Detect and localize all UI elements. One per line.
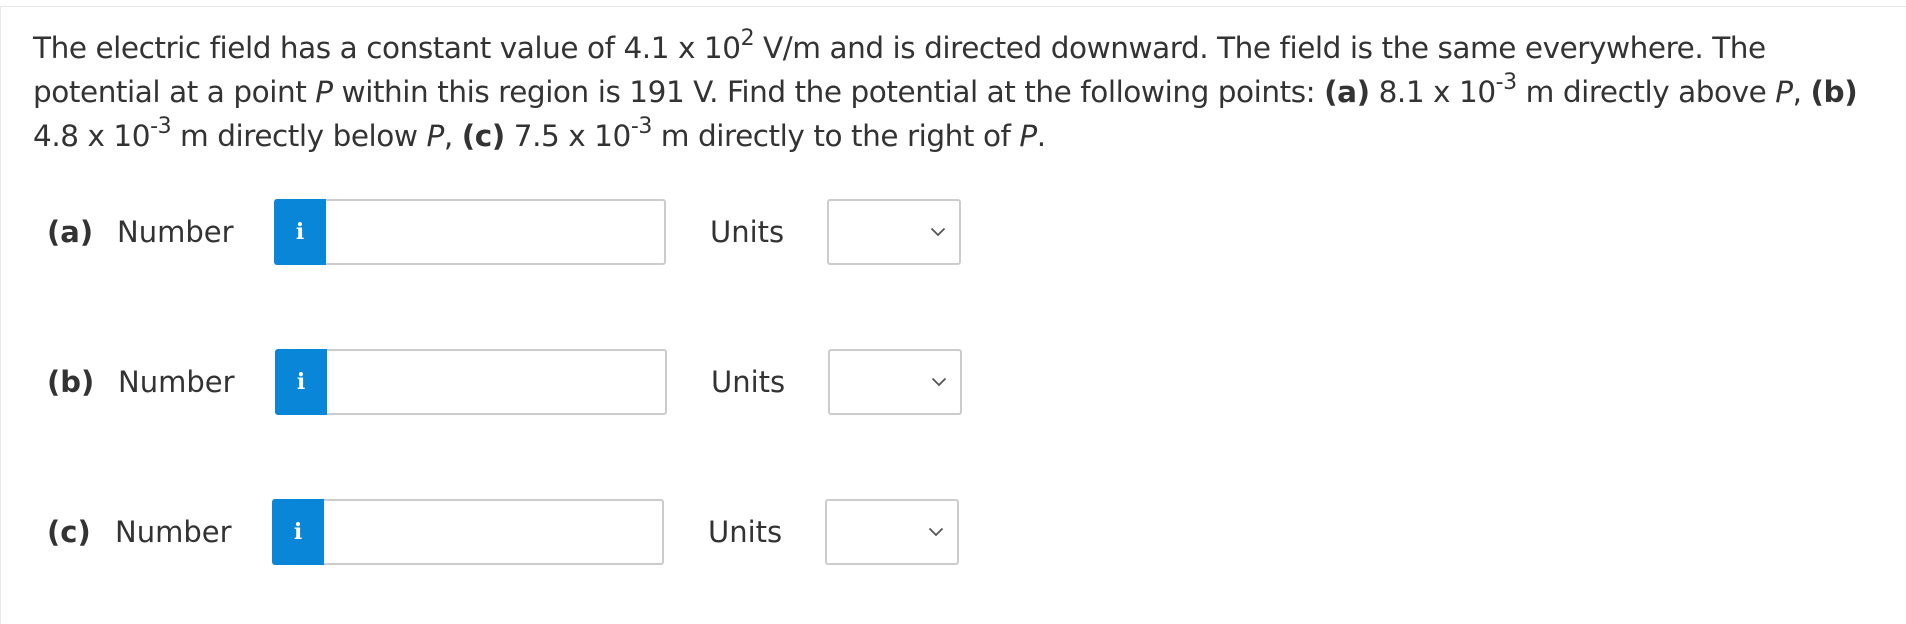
number-input[interactable] — [324, 499, 664, 565]
number-input[interactable] — [326, 199, 666, 265]
question-text-segment: within this region is 191 V. Find the po… — [332, 75, 1325, 109]
number-input[interactable] — [327, 349, 667, 415]
part-c-ref: (c) — [461, 119, 506, 153]
question-text-segment: , — [443, 119, 462, 153]
part-label: (c) — [47, 515, 91, 549]
part-label: (a) — [47, 215, 94, 249]
number-label: Number — [115, 515, 232, 549]
chevron-down-icon — [930, 227, 946, 237]
number-label: Number — [117, 215, 234, 249]
part-a-exponent: -3 — [1495, 70, 1517, 96]
info-button[interactable]: i — [274, 199, 326, 265]
chevron-down-icon — [931, 377, 947, 387]
question-text: The electric field has a constant value … — [33, 26, 1893, 158]
question-text-segment: 7.5 x 10 — [504, 119, 632, 153]
question-text-segment: , — [1792, 75, 1811, 109]
chevron-down-icon — [928, 527, 944, 537]
units-dropdown[interactable] — [827, 199, 961, 265]
question-text-segment: 4.8 x 10 — [33, 119, 151, 153]
info-icon: i — [295, 219, 305, 245]
units-dropdown[interactable] — [828, 349, 962, 415]
question-text-segment: 8.1 x 10 — [1369, 75, 1497, 109]
question-text-segment: m directly below — [171, 119, 427, 153]
part-label: (b) — [47, 365, 95, 399]
field-exponent: 2 — [740, 26, 755, 52]
units-label: Units — [708, 515, 783, 549]
part-a-ref: (a) — [1324, 75, 1370, 109]
point-p: P — [426, 119, 445, 153]
units-label: Units — [710, 215, 785, 249]
question-text-segment: m directly above — [1516, 75, 1776, 109]
info-icon: i — [296, 369, 306, 395]
info-button[interactable]: i — [275, 349, 327, 415]
units-dropdown[interactable] — [825, 499, 959, 565]
part-c-exponent: -3 — [630, 114, 652, 140]
part-b-ref: (b) — [1810, 75, 1858, 109]
point-p: P — [1775, 75, 1793, 109]
answer-row-c: (c) Number i Units — [0, 499, 1906, 565]
number-label: Number — [118, 365, 235, 399]
question-text-segment: m directly to the right of — [651, 119, 1020, 153]
question-text-segment: . — [1036, 119, 1046, 153]
answer-row-b: (b) Number i Units — [0, 349, 1906, 415]
point-p: P — [315, 75, 333, 109]
part-b-exponent: -3 — [150, 114, 172, 140]
point-p: P — [1019, 119, 1037, 153]
question-text-segment: The electric field has a constant value … — [33, 31, 741, 65]
info-icon: i — [293, 519, 303, 545]
units-label: Units — [711, 365, 786, 399]
answer-row-a: (a) Number i Units — [0, 199, 1906, 265]
info-button[interactable]: i — [272, 499, 324, 565]
